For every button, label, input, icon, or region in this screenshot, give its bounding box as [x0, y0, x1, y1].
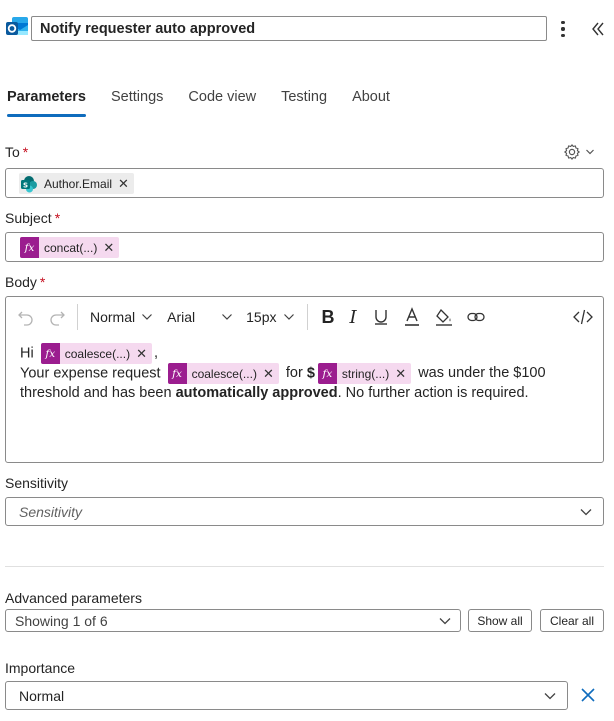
tab-parameters[interactable]: Parameters: [7, 86, 86, 117]
remove-token-icon[interactable]: ✕: [103, 240, 119, 256]
remove-token-icon[interactable]: ✕: [136, 344, 152, 364]
body-text-dollar: $: [306, 365, 315, 382]
function-icon: fx: [20, 237, 39, 258]
toolbar-divider: [306, 304, 308, 330]
body-text-greeting: Hi: [20, 345, 34, 362]
coalesce-expression-token[interactable]: fx coalesce(...) ✕: [40, 343, 152, 364]
highlight-color-icon[interactable]: [434, 307, 454, 327]
tab-code-view[interactable]: Code view: [188, 86, 256, 117]
function-icon: fx: [167, 363, 187, 384]
token-text: coalesce(...): [64, 346, 131, 361]
to-label: To *: [5, 144, 28, 160]
action-title-input[interactable]: Notify requester auto approved: [31, 16, 547, 41]
subject-label-text: Subject: [5, 210, 52, 226]
body-text-for: for: [285, 365, 303, 382]
underline-icon[interactable]: [373, 307, 389, 327]
token-text: coalesce(...): [191, 366, 257, 381]
toolbar-divider: [77, 304, 78, 330]
function-icon: fx: [40, 343, 60, 364]
italic-icon[interactable]: I: [350, 307, 357, 328]
chevron-down-icon: [221, 313, 233, 321]
code-view-icon[interactable]: [572, 307, 594, 327]
subject-label: Subject *: [5, 210, 60, 226]
font-size-dropdown[interactable]: 15px: [246, 309, 294, 325]
token-text: Author.Email: [44, 176, 113, 191]
double-chevron-left-icon[interactable]: [588, 18, 608, 40]
clear-all-button[interactable]: Clear all: [540, 609, 604, 632]
sensitivity-label: Sensitivity: [5, 475, 69, 491]
body-text-comma: ,: [154, 345, 159, 362]
remove-token-icon[interactable]: ✕: [263, 364, 279, 384]
importance-dropdown[interactable]: Normal: [5, 681, 568, 710]
settings-dropdown[interactable]: [563, 143, 601, 161]
tab-testing[interactable]: Testing: [281, 86, 327, 117]
chevron-down-icon: [585, 148, 595, 156]
concat-expression-token[interactable]: fx concat(...) ✕: [20, 237, 120, 258]
show-all-button[interactable]: Show all: [468, 609, 532, 632]
advanced-parameters-label: Advanced parameters: [5, 590, 142, 606]
chevron-down-icon: [283, 313, 295, 321]
to-label-text: To: [5, 144, 20, 160]
body-content[interactable]: Hi fx coalesce(...) ✕ , Your expense req…: [20, 343, 600, 403]
section-divider: [5, 566, 604, 567]
font-color-icon[interactable]: [403, 307, 421, 327]
sensitivity-placeholder: Sensitivity: [19, 503, 83, 520]
sharepoint-icon: S: [19, 175, 39, 193]
subject-input[interactable]: fx concat(...) ✕: [5, 232, 604, 262]
body-text-line3-start: threshold and has been: [20, 385, 172, 401]
advanced-parameters-dropdown[interactable]: Showing 1 of 6: [5, 609, 461, 632]
svg-text:S: S: [23, 181, 28, 189]
link-icon[interactable]: [466, 307, 486, 327]
body-text-line2-end: was under the $100: [418, 365, 546, 382]
advanced-parameters-value: Showing 1 of 6: [15, 612, 108, 629]
chevron-down-icon: [579, 505, 593, 522]
chevron-down-icon: [141, 313, 153, 321]
coalesce-expression-token[interactable]: fx coalesce(...) ✕: [167, 363, 279, 384]
string-expression-token[interactable]: fx string(...) ✕: [317, 363, 412, 384]
sensitivity-dropdown[interactable]: Sensitivity: [5, 497, 604, 526]
font-family-dropdown[interactable]: Arial: [167, 309, 233, 325]
font-family-value: Arial: [167, 309, 196, 325]
more-options-icon[interactable]: [556, 18, 570, 40]
token-text: concat(...): [44, 240, 98, 255]
body-text-line2-start: Your expense request: [20, 365, 161, 382]
remove-parameter-icon[interactable]: [580, 687, 596, 703]
importance-label: Importance: [5, 660, 76, 676]
paragraph-style-value: Normal: [90, 309, 136, 325]
paragraph-style-dropdown[interactable]: Normal: [90, 309, 153, 325]
tab-about[interactable]: About: [352, 86, 390, 117]
bold-icon[interactable]: B: [322, 307, 335, 328]
rich-text-toolbar: Normal Arial 15px B I: [6, 299, 602, 335]
chevron-down-icon: [543, 689, 557, 706]
outlook-app-icon: [5, 14, 29, 38]
required-mark: *: [22, 144, 29, 160]
chevron-down-icon: [438, 614, 452, 631]
function-icon: fx: [317, 363, 337, 384]
body-label: Body *: [5, 274, 45, 290]
tab-settings[interactable]: Settings: [111, 86, 163, 117]
author-email-token[interactable]: S Author.Email ✕: [19, 173, 134, 194]
tab-bar: Parameters Settings Code view Testing Ab…: [7, 86, 415, 120]
redo-icon[interactable]: [47, 307, 67, 327]
token-text: string(...): [341, 366, 390, 381]
body-label-text: Body: [5, 274, 37, 290]
body-text-line3-end: . No further action is required.: [337, 385, 529, 401]
importance-value: Normal: [19, 687, 65, 704]
font-size-value: 15px: [246, 309, 277, 325]
undo-icon[interactable]: [16, 307, 36, 327]
remove-token-icon[interactable]: ✕: [118, 176, 134, 192]
required-mark: *: [39, 274, 46, 290]
body-text-bold: automatically approved: [175, 385, 338, 401]
required-mark: *: [54, 210, 61, 226]
gear-icon: [563, 143, 581, 161]
to-input[interactable]: S Author.Email ✕: [5, 168, 604, 198]
remove-token-icon[interactable]: ✕: [395, 364, 411, 384]
